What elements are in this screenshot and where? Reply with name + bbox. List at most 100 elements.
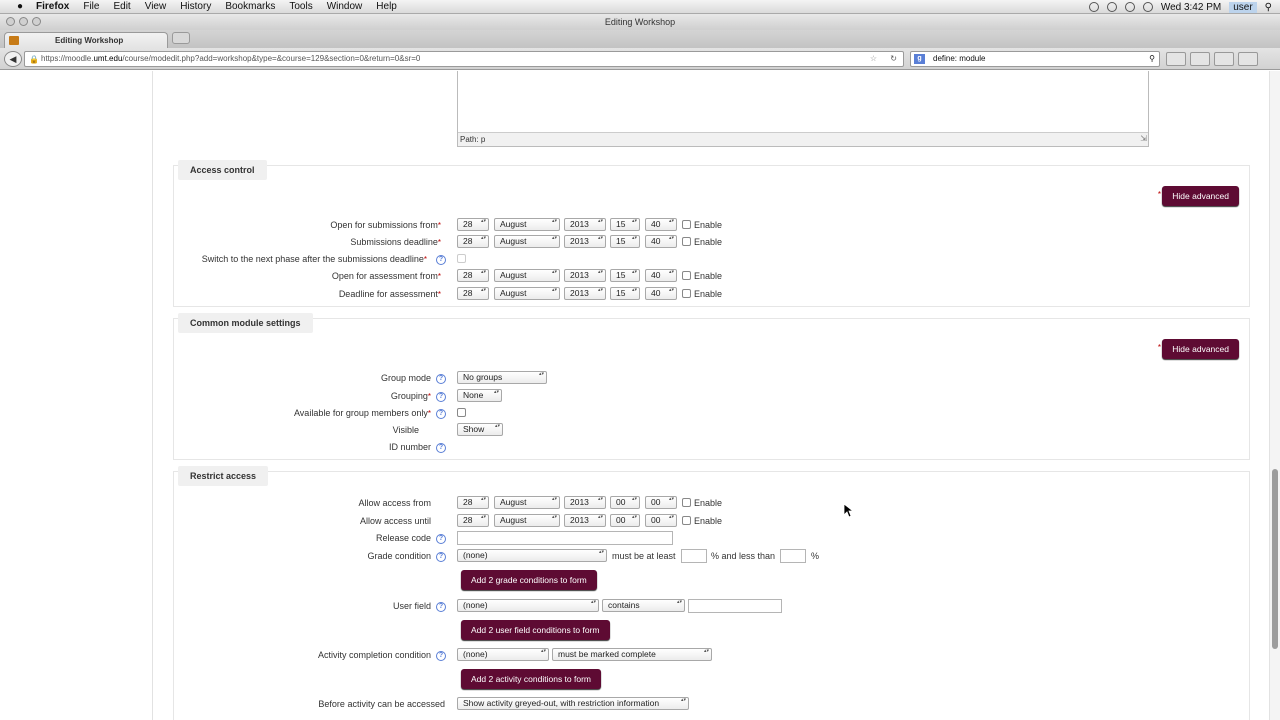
menu-icon[interactable] — [1238, 52, 1258, 66]
user-field-operator-select[interactable]: contains — [602, 599, 685, 612]
minute-select[interactable]: 00 — [645, 514, 677, 527]
visible-select[interactable]: Show — [457, 423, 503, 436]
hour-select[interactable]: 15 — [610, 218, 640, 231]
clock[interactable]: Wed 3:42 PM — [1161, 2, 1221, 13]
year-select[interactable]: 2013 — [564, 496, 606, 509]
enable-checkbox[interactable] — [682, 516, 691, 525]
help-icon[interactable]: ? — [436, 651, 446, 661]
reload-icon[interactable]: ↻ — [890, 52, 897, 66]
enable-checkbox[interactable] — [682, 237, 691, 246]
back-button[interactable]: ◀ — [4, 51, 22, 67]
wifi-icon[interactable] — [1124, 2, 1135, 12]
user-field-select[interactable]: (none) — [457, 599, 599, 612]
day-select[interactable]: 28 — [457, 218, 489, 231]
month-select[interactable]: August — [494, 218, 560, 231]
menu-file[interactable]: File — [83, 1, 99, 12]
month-select[interactable]: August — [494, 514, 560, 527]
hour-select[interactable]: 15 — [610, 235, 640, 248]
activity-select[interactable]: (none) — [457, 648, 549, 661]
minute-select[interactable]: 40 — [645, 218, 677, 231]
download-icon[interactable] — [1166, 52, 1186, 66]
bookmark-star-icon[interactable]: ☆ — [870, 52, 877, 66]
help-icon[interactable]: ? — [436, 392, 446, 402]
help-icon[interactable]: ? — [436, 374, 446, 384]
completion-state-select[interactable]: must be marked complete — [552, 648, 712, 661]
add-user-field-conditions-button[interactable]: Add 2 user field conditions to form — [461, 620, 610, 640]
apple-icon[interactable]: ● — [12, 1, 28, 12]
legend-access-control[interactable]: Access control — [178, 160, 267, 180]
enable-checkbox[interactable] — [682, 289, 691, 298]
legend-common-module-settings[interactable]: Common module settings — [178, 313, 313, 333]
members-only-checkbox[interactable] — [457, 408, 466, 417]
hour-select[interactable]: 00 — [610, 514, 640, 527]
year-select[interactable]: 2013 — [564, 218, 606, 231]
grade-max-input[interactable] — [780, 549, 806, 563]
menu-history[interactable]: History — [180, 1, 211, 12]
year-select[interactable]: 2013 — [564, 287, 606, 300]
resize-handle-icon[interactable]: ⇲ — [1140, 132, 1147, 145]
hide-advanced-button[interactable]: Hide advanced — [1162, 339, 1239, 359]
status-icon[interactable] — [1106, 2, 1117, 12]
page-scrollbar[interactable] — [1270, 71, 1280, 720]
enable-checkbox[interactable] — [682, 498, 691, 507]
menu-edit[interactable]: Edit — [113, 1, 130, 12]
help-icon[interactable]: ? — [436, 534, 446, 544]
switch-phase-checkbox[interactable] — [457, 254, 466, 263]
day-select[interactable]: 28 — [457, 287, 489, 300]
menu-window[interactable]: Window — [327, 1, 363, 12]
menu-tools[interactable]: Tools — [289, 1, 312, 12]
search-bar[interactable]: g define: module ⚲ — [910, 51, 1160, 67]
legend-restrict-access[interactable]: Restrict access — [178, 466, 269, 486]
addon-icon[interactable] — [1214, 52, 1234, 66]
help-icon[interactable]: ? — [436, 409, 446, 419]
grade-condition-select[interactable]: (none) — [457, 549, 607, 562]
add-activity-conditions-button[interactable]: Add 2 activity conditions to form — [461, 669, 602, 689]
user-field-value-input[interactable] — [688, 599, 782, 613]
year-select[interactable]: 2013 — [564, 514, 606, 527]
year-select[interactable]: 2013 — [564, 269, 606, 282]
spotlight-icon[interactable]: ⚲ — [1265, 2, 1272, 13]
user-menu[interactable]: user — [1229, 1, 1257, 13]
minute-select[interactable]: 40 — [645, 287, 677, 300]
grouping-select[interactable]: None — [457, 389, 502, 402]
day-select[interactable]: 28 — [457, 235, 489, 248]
day-select[interactable]: 28 — [457, 514, 489, 527]
volume-icon[interactable] — [1142, 2, 1153, 12]
url-bar[interactable]: 🔒 https://moodle.umt.edu/course/modedit.… — [24, 51, 904, 67]
menu-view[interactable]: View — [145, 1, 167, 12]
help-icon[interactable]: ? — [436, 602, 446, 612]
menu-app-firefox[interactable]: Firefox — [36, 1, 69, 12]
day-select[interactable]: 28 — [457, 269, 489, 282]
hide-advanced-button[interactable]: Hide advanced — [1162, 186, 1239, 206]
add-grade-conditions-button[interactable]: Add 2 grade conditions to form — [461, 570, 597, 590]
month-select[interactable]: August — [494, 269, 560, 282]
menu-help[interactable]: Help — [376, 1, 397, 12]
month-select[interactable]: August — [494, 496, 560, 509]
release-code-input[interactable] — [457, 531, 673, 545]
minute-select[interactable]: 00 — [645, 496, 677, 509]
help-icon[interactable]: ? — [436, 443, 446, 453]
close-window-icon[interactable] — [6, 17, 15, 26]
minute-select[interactable]: 40 — [645, 269, 677, 282]
tab-editing-workshop[interactable]: Editing Workshop — [4, 32, 168, 48]
new-tab-button[interactable] — [172, 32, 190, 44]
search-icon[interactable]: ⚲ — [1149, 52, 1155, 66]
hour-select[interactable]: 15 — [610, 269, 640, 282]
year-select[interactable]: 2013 — [564, 235, 606, 248]
minute-select[interactable]: 40 — [645, 235, 677, 248]
minimize-window-icon[interactable] — [19, 17, 28, 26]
home-icon[interactable] — [1190, 52, 1210, 66]
zoom-window-icon[interactable] — [32, 17, 41, 26]
day-select[interactable]: 28 — [457, 496, 489, 509]
month-select[interactable]: August — [494, 235, 560, 248]
enable-checkbox[interactable] — [682, 220, 691, 229]
lock-icon[interactable]: 🔒 — [29, 53, 39, 66]
scrollbar-thumb[interactable] — [1272, 469, 1278, 649]
description-editor[interactable]: Path: p ⇲ — [457, 71, 1149, 147]
grade-min-input[interactable] — [681, 549, 707, 563]
hour-select[interactable]: 15 — [610, 287, 640, 300]
enable-checkbox[interactable] — [682, 271, 691, 280]
group-mode-select[interactable]: No groups — [457, 371, 547, 384]
help-icon[interactable]: ? — [436, 255, 446, 265]
status-icon[interactable] — [1088, 2, 1099, 12]
